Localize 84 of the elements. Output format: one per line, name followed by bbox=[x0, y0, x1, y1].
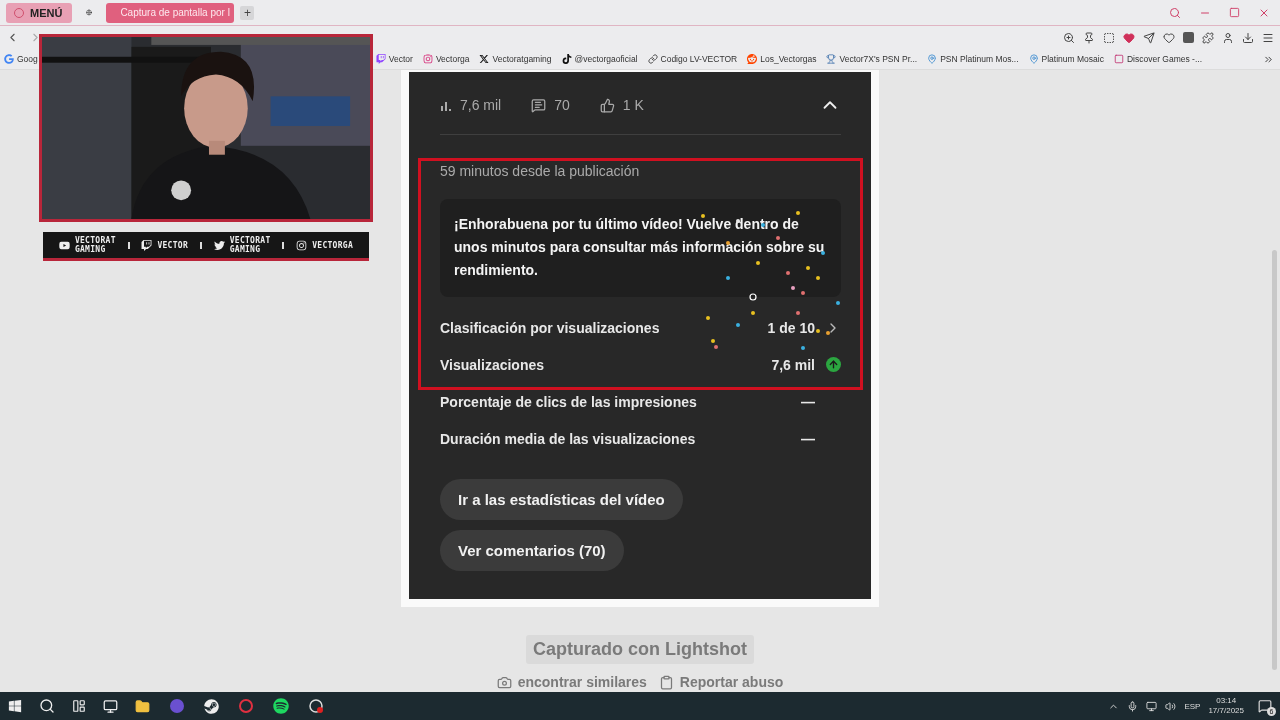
pin-icon bbox=[1028, 54, 1039, 64]
bookmark[interactable]: Discover Games -... bbox=[1113, 54, 1203, 64]
monitor-icon[interactable] bbox=[103, 698, 118, 714]
ring-icon[interactable] bbox=[238, 698, 254, 714]
pin-icon[interactable] bbox=[1083, 31, 1095, 44]
pill-button[interactable]: Ver comentarios (70) bbox=[440, 530, 624, 571]
bookmark[interactable]: Vectorga bbox=[422, 54, 470, 64]
trophy-icon bbox=[826, 54, 837, 64]
published-time: 59 minutos desde la publicación bbox=[440, 163, 641, 179]
views-count: 7,6 mil bbox=[460, 97, 502, 113]
spotify-icon[interactable] bbox=[273, 698, 289, 714]
network-icon[interactable] bbox=[1146, 700, 1158, 712]
link-icon bbox=[647, 54, 658, 64]
extension-icon[interactable] bbox=[1183, 32, 1194, 43]
reddit-icon bbox=[747, 54, 758, 64]
google-icon bbox=[4, 54, 14, 64]
comment-icon bbox=[531, 97, 547, 113]
camera-icon bbox=[496, 674, 512, 690]
volume-icon[interactable] bbox=[1165, 700, 1177, 712]
globe-icon bbox=[86, 7, 93, 18]
bookmark[interactable]: Vector7X's PSN Pr... bbox=[826, 54, 918, 64]
bookmark[interactable]: Vectoratgaming bbox=[479, 54, 552, 64]
menu-icon[interactable] bbox=[1262, 31, 1274, 44]
trend-up-icon bbox=[826, 357, 841, 372]
square-icon bbox=[1113, 54, 1124, 64]
clock-time: 03:14 bbox=[1216, 696, 1237, 706]
bookmark[interactable]: @vectorgaoficial bbox=[561, 54, 638, 64]
instagram-icon bbox=[296, 239, 308, 251]
search-icon[interactable] bbox=[39, 698, 55, 714]
thumbs-up-icon bbox=[599, 97, 615, 113]
metric-label: Duración media de las visualizaciones bbox=[440, 430, 696, 447]
bar-chart-icon bbox=[440, 99, 452, 111]
bookmark[interactable]: Platinum Mosaic bbox=[1028, 54, 1104, 64]
metric-label: Visualizaciones bbox=[440, 356, 544, 373]
bookmark[interactable]: Los_Vectorgas bbox=[747, 54, 817, 64]
play-icon bbox=[58, 239, 70, 251]
bookmark[interactable]: Codigo LV-VECTOR bbox=[647, 54, 738, 64]
bookmark[interactable]: PSN Platinum Mos... bbox=[927, 54, 1019, 64]
tiktok-icon bbox=[561, 54, 572, 64]
windows-icon[interactable] bbox=[8, 699, 22, 713]
download-icon[interactable] bbox=[1242, 31, 1254, 44]
tab-title: Captura de pantalla por l bbox=[120, 7, 230, 18]
likes-count: 1 K bbox=[622, 97, 644, 113]
metric-value: — bbox=[801, 393, 815, 410]
notifications-icon[interactable] bbox=[1258, 699, 1272, 713]
new-tab-button[interactable]: + bbox=[240, 5, 255, 20]
bird-icon bbox=[213, 239, 225, 251]
social-handle: VECTOR bbox=[157, 240, 189, 250]
language-indicator[interactable]: ESP bbox=[1184, 701, 1201, 711]
app-icon[interactable] bbox=[169, 698, 185, 714]
bookmark[interactable]: Goog bbox=[4, 54, 38, 64]
menu-button[interactable]: MENÚ bbox=[6, 2, 73, 23]
clipboard-icon bbox=[658, 674, 674, 690]
twitch-icon bbox=[375, 54, 386, 64]
pill-button[interactable]: Ir a las estadísticas del vídeo bbox=[440, 479, 683, 520]
comments-count: 70 bbox=[554, 97, 570, 113]
steam-icon[interactable] bbox=[204, 698, 219, 714]
instagram-icon bbox=[422, 54, 433, 64]
congrats-message: ¡Enhorabuena por tu último vídeo! Vuelve dentro de unos minutos para consultar más información sobre su rendimiento. bbox=[440, 199, 841, 297]
profile-icon[interactable] bbox=[1222, 31, 1234, 44]
pin-icon bbox=[927, 54, 938, 64]
send-icon[interactable] bbox=[1143, 31, 1155, 44]
bookmark[interactable]: Vector bbox=[375, 54, 413, 64]
x-icon bbox=[479, 54, 490, 64]
metric-label: Clasificación por visualizaciones bbox=[440, 319, 660, 336]
twitch-icon bbox=[141, 239, 153, 251]
metric-value: 1 de 10 bbox=[767, 319, 815, 336]
social-handle: VECTORAT GAMING bbox=[74, 236, 116, 254]
heart-icon[interactable] bbox=[1163, 31, 1175, 44]
zoom-icon[interactable] bbox=[1063, 31, 1075, 44]
puzzle-icon[interactable] bbox=[1202, 31, 1214, 44]
social-handle: VECTORAT GAMING bbox=[229, 236, 271, 254]
social-handle: VECTORGA bbox=[312, 240, 354, 250]
metric-value: 7,6 mil bbox=[771, 356, 815, 373]
microphone-icon[interactable] bbox=[1127, 700, 1139, 712]
folder-icon[interactable] bbox=[135, 698, 150, 714]
metric-value: — bbox=[801, 430, 815, 447]
scrollbar[interactable] bbox=[1272, 250, 1277, 670]
maximize-icon[interactable] bbox=[1229, 7, 1240, 18]
clock-date: 17/7/2025 bbox=[1208, 706, 1244, 716]
crop-icon[interactable] bbox=[1103, 31, 1115, 44]
metric-label: Porcentaje de clics de las impresiones bbox=[440, 393, 697, 410]
task-view-icon[interactable] bbox=[72, 699, 86, 713]
lightshot-caption: Capturado con Lightshot bbox=[526, 635, 754, 664]
